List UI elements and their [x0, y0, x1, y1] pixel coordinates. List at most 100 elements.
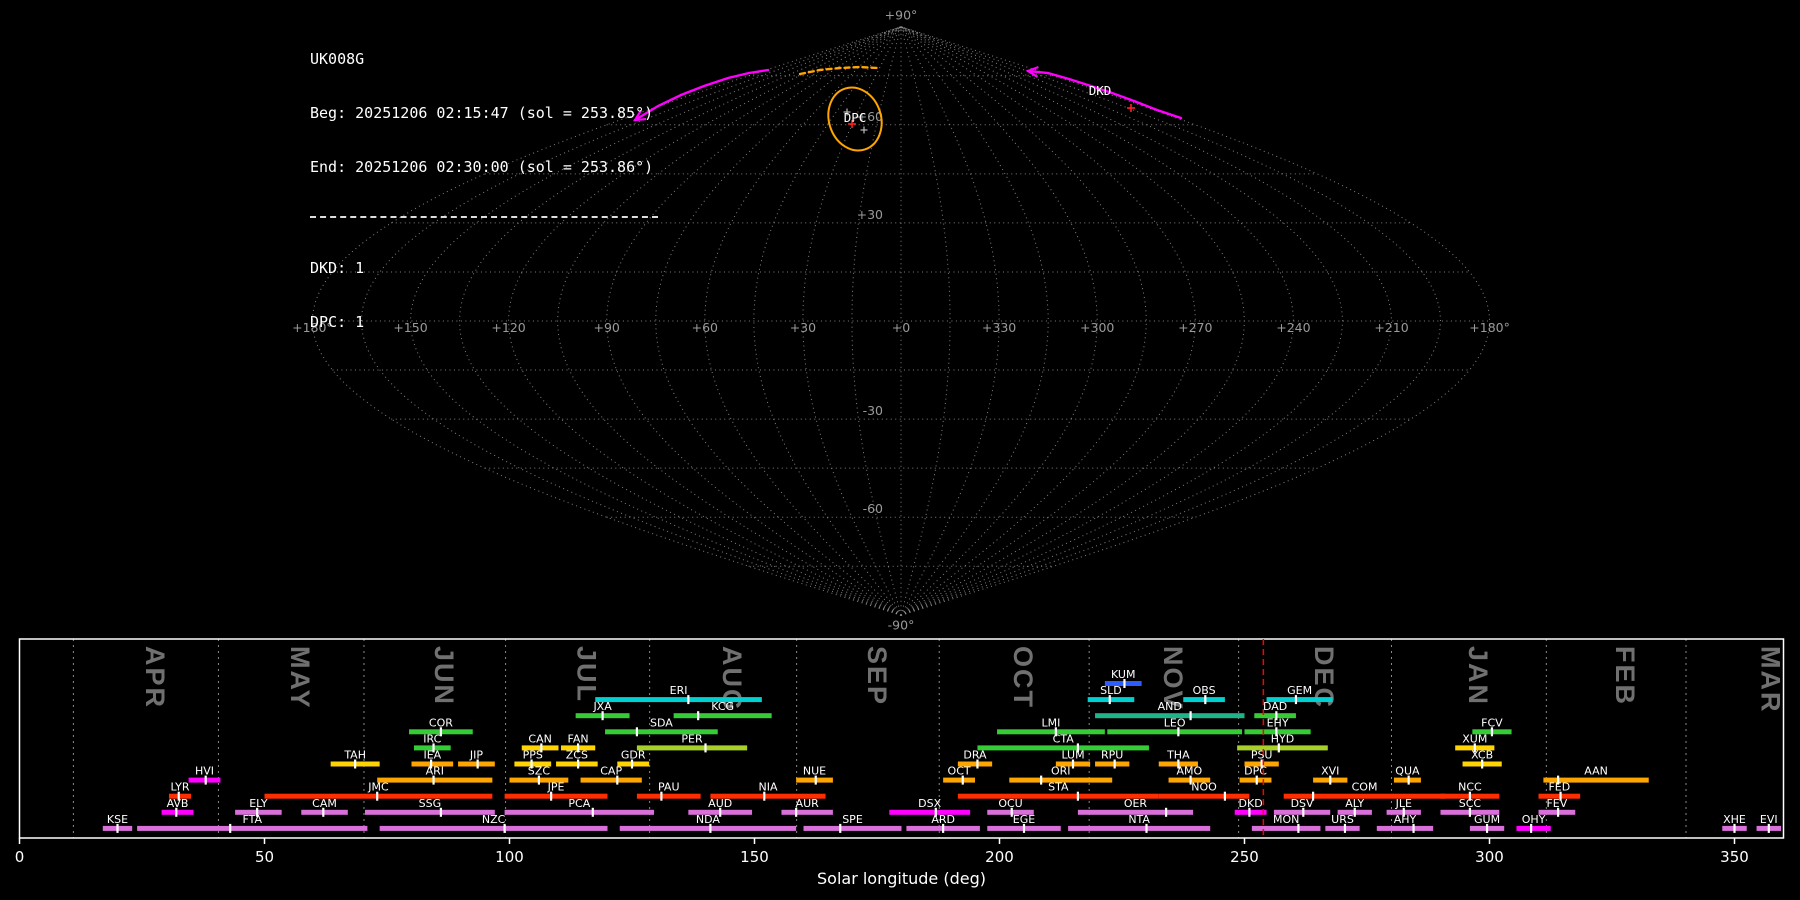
lon-label: +30 — [790, 320, 816, 335]
shower-bar-jip — [458, 762, 495, 767]
shower-bar-ssg — [365, 810, 495, 815]
shower-bar-avb — [162, 810, 194, 815]
lat-label: +30 — [857, 207, 883, 222]
shower-bar-per — [637, 745, 747, 750]
month-label: JUN — [429, 646, 459, 706]
shower-label-jmc: JMC — [367, 781, 389, 794]
x-axis-title: Solar longitude (deg) — [817, 869, 986, 888]
shower-label-pau: PAU — [658, 781, 680, 794]
shower-peak-and — [1190, 711, 1192, 720]
shower-label-xhe: XHE — [1723, 813, 1746, 826]
shower-label-nda: NDA — [696, 813, 721, 826]
shower-label-szc: SZC — [528, 765, 551, 778]
shower-bar-pca — [505, 810, 654, 815]
shower-label-jpe: JPE — [547, 781, 565, 794]
shower-label-sld: SLD — [1100, 684, 1122, 697]
shower-label-com: COM — [1352, 781, 1378, 794]
shower-label-amo: AMO — [1177, 765, 1203, 778]
shower-bar-kcg — [674, 713, 772, 718]
shower-label-rpu: RPU — [1101, 749, 1123, 762]
shower-label-aan: AAN — [1584, 765, 1608, 778]
shower-label-oer: OER — [1124, 797, 1148, 810]
shower-label-tha: THA — [1166, 749, 1190, 762]
x-tick-label: 250 — [1230, 848, 1259, 866]
lat-label-north-pole: +90° — [885, 8, 918, 23]
shower-label-pca: PCA — [568, 797, 590, 810]
shower-label-ohy: OHY — [1522, 813, 1546, 826]
shower-label-fcv: FCV — [1481, 716, 1503, 729]
shower-label-per: PER — [681, 732, 703, 745]
shower-label-noo: NOO — [1191, 781, 1217, 794]
shower-label-jxa: JXA — [592, 700, 612, 713]
shower-label-kse: KSE — [107, 813, 128, 826]
shower-peak-per — [704, 743, 706, 752]
shower-bar-eri — [595, 697, 762, 702]
shower-label-avb: AVB — [167, 797, 189, 810]
shower-label-lmi: LMI — [1042, 716, 1061, 729]
chart-border — [20, 639, 1784, 838]
month-label: APR — [140, 646, 170, 709]
shower-bar-ari — [377, 778, 492, 783]
shower-label-zcs: ZCS — [566, 749, 588, 762]
lon-label: +330 — [982, 320, 1016, 335]
x-tick-label: 200 — [985, 848, 1014, 866]
lat-label: -60 — [863, 501, 883, 516]
shower-label-lum: LUM — [1061, 749, 1084, 762]
shower-label-kum: KUM — [1111, 668, 1135, 681]
shower-peak-ori — [1040, 776, 1042, 785]
shower-bar-mon — [1252, 826, 1321, 831]
dpc-drift-track — [800, 67, 878, 74]
shower-label-scc: SCC — [1459, 797, 1482, 810]
shower-label-gem: GEM — [1287, 684, 1312, 697]
shower-label-fan: FAN — [568, 732, 589, 745]
shower-label-cap: CAP — [600, 765, 622, 778]
shower-label-ahy: AHY — [1394, 813, 1417, 826]
shower-peak-pca — [592, 808, 594, 817]
shower-label-and: AND — [1158, 700, 1182, 713]
shower-bar-nta — [1068, 826, 1210, 831]
lat-label: -30 — [863, 403, 883, 418]
shower-label-ncc: NCC — [1458, 781, 1482, 794]
shower-label-obs: OBS — [1193, 684, 1216, 697]
shower-label-urs: URS — [1331, 813, 1354, 826]
grid-meridian — [901, 27, 1195, 616]
shower-label-ari: ARI — [426, 765, 444, 778]
shower-label-pps: PPS — [523, 749, 543, 762]
x-tick-label: 350 — [1720, 848, 1749, 866]
shower-label-ely: ELY — [249, 797, 268, 810]
lon-label: +210 — [1374, 320, 1408, 335]
x-tick-label: 100 — [495, 848, 524, 866]
shower-bar-fta — [137, 826, 367, 831]
shower-bar-hvi — [189, 778, 221, 783]
shower-bar-urs — [1325, 826, 1359, 831]
shower-label-gum: GUM — [1474, 813, 1500, 826]
lon-label: +300 — [1080, 320, 1114, 335]
shower-bar-dkd — [1235, 810, 1267, 815]
shower-label-dsv: DSV — [1291, 797, 1314, 810]
shower-label-hyd: HYD — [1271, 732, 1294, 745]
dkd-count: DKD: 1 — [310, 259, 658, 277]
month-label: OCT — [1008, 646, 1038, 709]
shower-bar-spe — [804, 826, 902, 831]
shower-label-ssg: SSG — [419, 797, 442, 810]
shower-label-psu: PSU — [1251, 749, 1273, 762]
shower-peak-oer — [1165, 808, 1167, 817]
shower-label-qua: QUA — [1395, 765, 1420, 778]
shower-label-ehy: EHY — [1267, 716, 1289, 729]
shower-bar-jpe — [505, 794, 608, 799]
shower-bar-noo — [1159, 794, 1250, 799]
shower-peak-eri — [687, 695, 689, 704]
shower-label-nia: NIA — [758, 781, 777, 794]
shower-label-ori: ORI — [1051, 765, 1071, 778]
shower-label-can: CAN — [528, 732, 551, 745]
shower-label-ege: EGE — [1013, 813, 1035, 826]
shower-bar-nzc — [380, 826, 608, 831]
shower-bar-oct — [943, 778, 975, 783]
shower-label-hvi: HVI — [195, 765, 214, 778]
shower-label-irc: IRC — [423, 732, 441, 745]
shower-label-spe: SPE — [842, 813, 863, 826]
lon-label: +60 — [692, 320, 718, 335]
shower-label-fta: FTA — [242, 813, 262, 826]
month-label: MAY — [285, 646, 315, 710]
x-tick-label: 300 — [1475, 848, 1504, 866]
